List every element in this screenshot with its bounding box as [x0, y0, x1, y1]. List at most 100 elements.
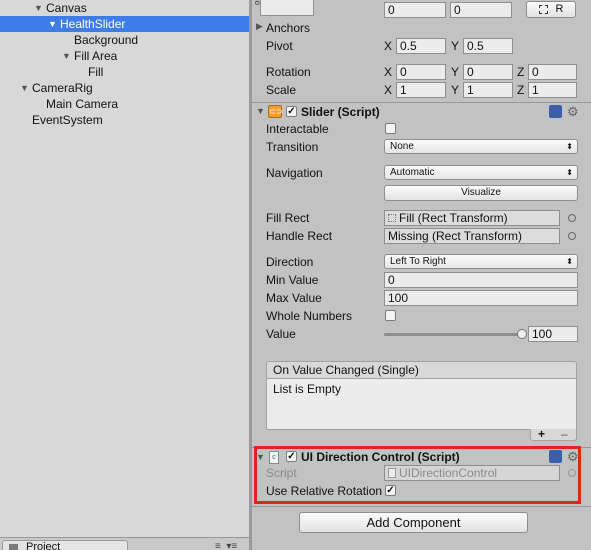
- dropdown-arrow-icon: ⬍: [566, 257, 573, 266]
- hierarchy-item-fill-area[interactable]: ▼ Fill Area: [0, 48, 249, 64]
- interactable-checkbox[interactable]: [385, 123, 396, 134]
- direction-dropdown-value: Left To Right: [390, 256, 446, 267]
- event-list-body: List is Empty: [266, 378, 577, 430]
- tab-project-label: Project: [26, 541, 61, 550]
- hierarchy-item-fill[interactable]: Fill: [0, 64, 249, 80]
- handle-rect-field[interactable]: Missing (Rect Transform): [384, 228, 560, 244]
- hierarchy-item-label: Fill: [88, 65, 104, 79]
- max-value-field[interactable]: 100: [384, 290, 578, 306]
- axis-x-label: X: [384, 39, 393, 53]
- value-field[interactable]: 100: [528, 326, 578, 342]
- component-separator: [252, 506, 591, 507]
- transition-dropdown[interactable]: None ⬍: [384, 139, 578, 154]
- hierarchy-item-label: Canvas: [46, 1, 87, 15]
- direction-label: Direction: [266, 255, 314, 269]
- add-component-button[interactable]: Add Component: [299, 512, 528, 533]
- direction-dropdown[interactable]: Left To Right ⬍: [384, 254, 578, 269]
- expand-arrow-icon[interactable]: ▼: [34, 0, 43, 16]
- pivot-label: Pivot: [266, 39, 293, 53]
- rotation-x-field[interactable]: 0: [396, 64, 446, 80]
- slider-enabled-checkbox[interactable]: ✓: [286, 106, 297, 117]
- hierarchy-item-label: CameraRig: [32, 81, 93, 95]
- event-title: On Value Changed (Single): [266, 361, 577, 379]
- collapse-arrow-icon[interactable]: ▼: [256, 106, 265, 116]
- transition-dropdown-value: None: [390, 141, 414, 152]
- hierarchy-item-label: Background: [74, 33, 139, 47]
- navigation-dropdown[interactable]: Automatic ⬍: [384, 165, 578, 180]
- reset-r-label: R: [555, 3, 564, 15]
- collapse-arrow-icon[interactable]: ▶: [256, 21, 263, 32]
- max-value-label: Max Value: [266, 291, 322, 305]
- on-value-changed-event: On Value Changed (Single) List is Empty …: [266, 361, 577, 441]
- hierarchy-item-label: Fill Area: [74, 49, 118, 63]
- fill-rect-value: Fill (Rect Transform): [399, 211, 508, 225]
- slider-component-title[interactable]: Slider (Script): [301, 104, 380, 120]
- pivot-y-field[interactable]: 0.5: [463, 38, 513, 54]
- dropdown-arrow-icon: ⬍: [566, 168, 573, 177]
- value-label: Value: [266, 327, 296, 341]
- axis-z-label: Z: [517, 83, 525, 97]
- hierarchy-item-background[interactable]: Background: [0, 32, 249, 48]
- rect-transform-icon: [388, 214, 396, 222]
- fill-rect-label: Fill Rect: [266, 211, 310, 225]
- folder-icon: [9, 543, 18, 550]
- pivot-x-field[interactable]: 0.5: [396, 38, 446, 54]
- expand-arrow-icon[interactable]: ▼: [48, 16, 57, 32]
- gear-icon[interactable]: ⚙: [567, 104, 579, 120]
- hierarchy-item-label: Main Camera: [46, 97, 119, 111]
- min-value-label: Min Value: [266, 273, 319, 287]
- min-value-field[interactable]: 0: [384, 272, 578, 288]
- tab-project[interactable]: Project: [2, 540, 128, 550]
- rotation-label: Rotation: [266, 65, 311, 79]
- axis-y-label: Y: [451, 65, 460, 79]
- component-separator: [252, 102, 591, 103]
- expand-arrow-icon[interactable]: ▼: [20, 80, 29, 96]
- whole-numbers-checkbox[interactable]: [385, 310, 396, 321]
- add-event-icon[interactable]: +: [538, 428, 545, 440]
- axis-y-label: Y: [451, 83, 460, 97]
- axis-y-label: Y: [451, 39, 460, 53]
- dropdown-arrow-icon: ⬍: [566, 142, 573, 151]
- help-book-icon[interactable]: [549, 105, 562, 118]
- expand-arrow-icon[interactable]: ▼: [62, 48, 71, 64]
- anchors-label[interactable]: Anchors: [266, 20, 310, 36]
- event-footer: + –: [530, 428, 577, 441]
- axis-x-label: X: [384, 65, 393, 79]
- navigation-dropdown-value: Automatic: [390, 167, 435, 178]
- anchor-preset-button[interactable]: bo: [253, 0, 314, 16]
- value-slider-thumb[interactable]: [517, 329, 527, 339]
- hierarchy-item-camerarig[interactable]: ▼ CameraRig: [0, 80, 249, 96]
- axis-x-label: X: [384, 83, 393, 97]
- rotation-z-field[interactable]: 0: [528, 64, 577, 80]
- blueprint-icon: [538, 4, 548, 14]
- event-empty-text: List is Empty: [273, 382, 342, 396]
- raw-edit-toggle[interactable]: R: [526, 1, 576, 18]
- handle-rect-label: Handle Rect: [266, 229, 333, 243]
- navigation-label: Navigation: [266, 166, 323, 180]
- remove-event-icon[interactable]: –: [561, 428, 568, 440]
- hierarchy-item-main-camera[interactable]: Main Camera: [0, 96, 249, 112]
- rotation-y-field[interactable]: 0: [463, 64, 513, 80]
- hierarchy-item-label: EventSystem: [32, 113, 103, 127]
- hierarchy-item-label: HealthSlider: [60, 17, 126, 31]
- hierarchy-item-healthslider[interactable]: ▼ HealthSlider: [0, 16, 249, 32]
- object-picker-icon[interactable]: [568, 214, 576, 222]
- value-slider-track[interactable]: [384, 333, 522, 336]
- pos-y-field[interactable]: 0: [450, 2, 512, 18]
- scale-y-field[interactable]: 1: [463, 82, 513, 98]
- visualize-button[interactable]: Visualize: [384, 185, 578, 201]
- panel-menu-icon[interactable]: ≡ ▾≡: [215, 541, 237, 550]
- interactable-label: Interactable: [266, 122, 329, 136]
- scale-label: Scale: [266, 83, 297, 97]
- whole-numbers-label: Whole Numbers: [266, 309, 353, 323]
- hierarchy-item-eventsystem[interactable]: EventSystem: [0, 112, 249, 128]
- axis-z-label: Z: [517, 65, 525, 79]
- highlight-box: [254, 446, 581, 504]
- scale-x-field[interactable]: 1: [396, 82, 446, 98]
- scale-z-field[interactable]: 1: [528, 82, 577, 98]
- hierarchy-item-canvas[interactable]: ▼ Canvas: [0, 0, 249, 16]
- fill-rect-field[interactable]: Fill (Rect Transform): [384, 210, 560, 226]
- transition-label: Transition: [266, 140, 319, 154]
- object-picker-icon[interactable]: [568, 232, 576, 240]
- pos-x-field[interactable]: 0: [384, 2, 446, 18]
